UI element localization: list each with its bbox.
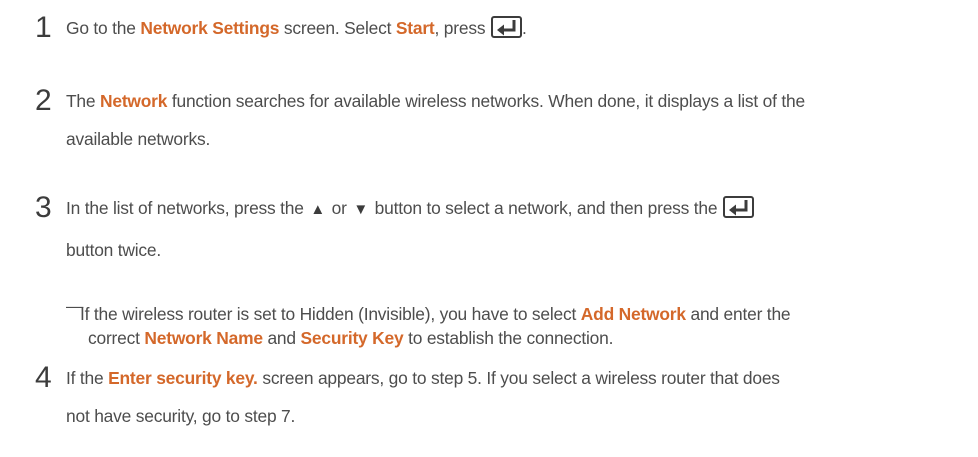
menu-option: Start	[395, 18, 435, 38]
step-text: The Network function searches for availa…	[66, 91, 805, 149]
function-name: Network	[100, 91, 168, 111]
enter-key-icon	[723, 193, 754, 231]
field-name: Network Name	[144, 328, 263, 348]
up-triangle-icon: ▲	[310, 201, 326, 218]
step-number: 1	[35, 11, 52, 44]
step-number: 3	[35, 191, 52, 224]
down-triangle-icon: ▼	[353, 201, 369, 218]
option-name: Add Network	[580, 304, 686, 324]
step-text: If the Enter security key. screen appear…	[66, 368, 780, 426]
step-number: 2	[35, 84, 52, 117]
manual-page: 1 Go to the Network Settings screen. Sel…	[0, 0, 978, 457]
step-text: Go to the Network Settings screen. Selec…	[66, 9, 971, 51]
screen-name: Enter security key.	[108, 368, 258, 388]
note-dash: —	[66, 296, 84, 316]
menu-name: Network Settings	[140, 18, 280, 38]
note: — If the wireless router is set to Hidde…	[66, 296, 791, 348]
field-name: Security Key	[300, 328, 404, 348]
step-text: In the list of networks, press the ▲ or …	[66, 189, 971, 269]
enter-key-icon	[490, 13, 522, 51]
step-number: 4	[35, 361, 52, 394]
